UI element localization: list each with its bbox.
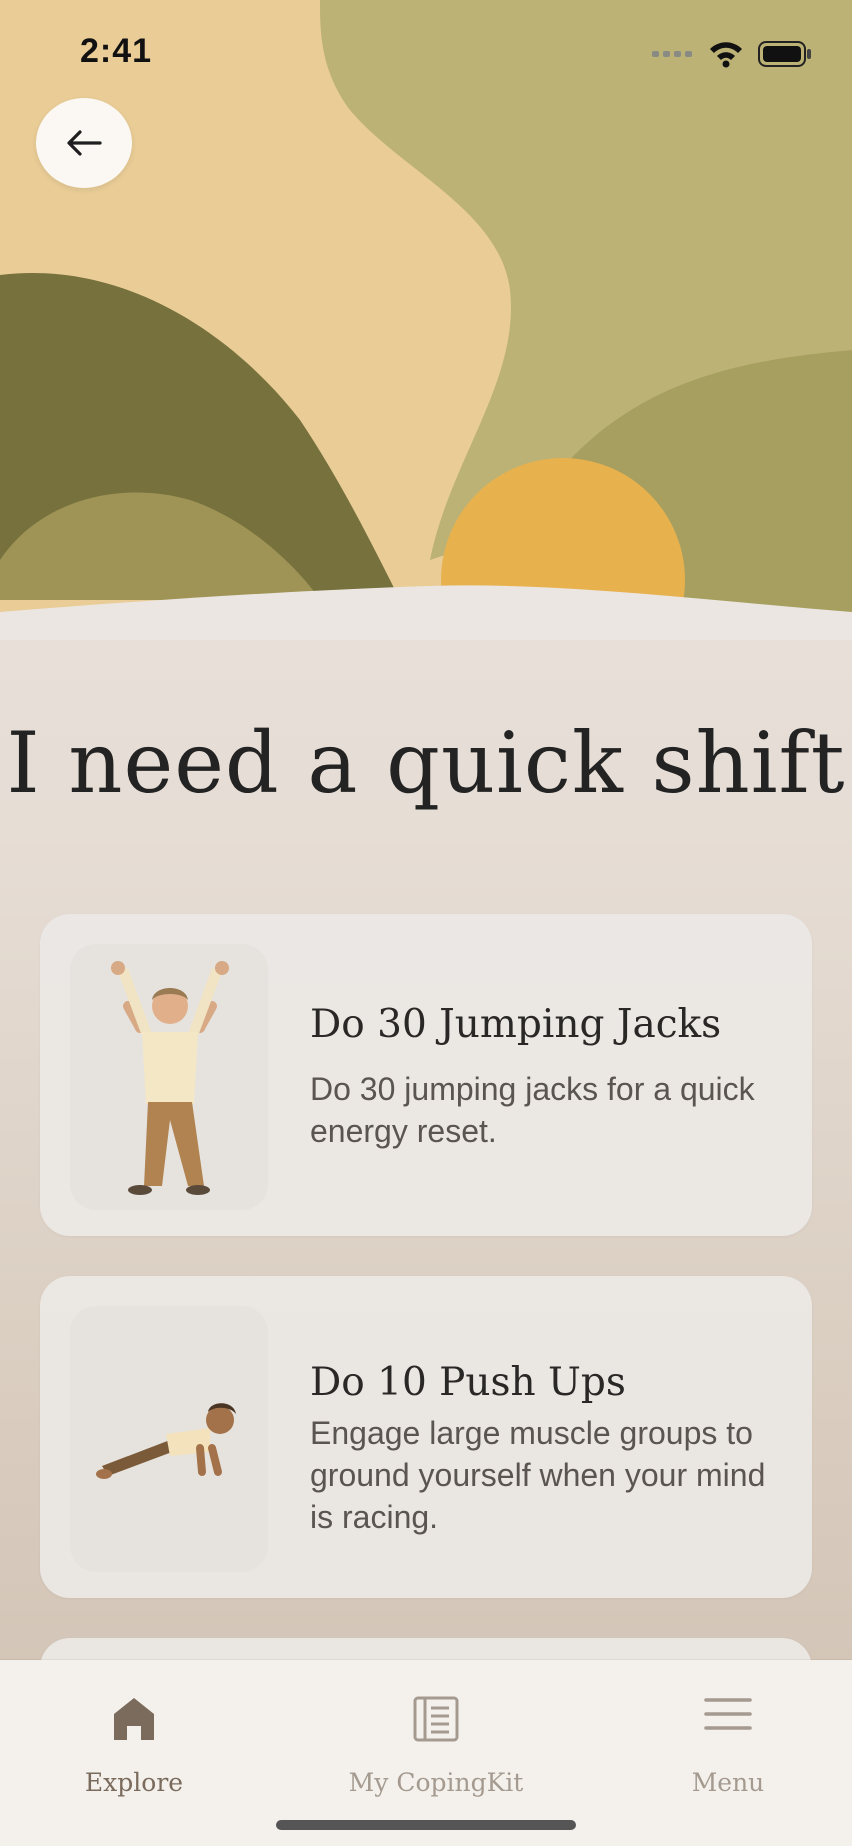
jumping-jacks-illustration bbox=[111, 961, 229, 1195]
tab-label: Menu bbox=[691, 1768, 765, 1797]
status-time: 2:41 bbox=[80, 32, 153, 70]
tab-my-copingkit[interactable]: My CopingKit bbox=[326, 1660, 546, 1810]
activity-thumbnail bbox=[70, 1306, 268, 1572]
tab-explore[interactable]: Explore bbox=[24, 1660, 244, 1810]
menu-icon bbox=[704, 1698, 752, 1730]
bottom-tab-bar: Explore My CopingKit Menu bbox=[0, 1660, 852, 1846]
status-bar: 2:41 bbox=[0, 0, 852, 100]
card-title: Do 30 Jumping Jacks bbox=[310, 1002, 722, 1047]
back-button[interactable] bbox=[36, 98, 132, 188]
battery-icon bbox=[758, 41, 811, 67]
activity-card-jumping-jacks[interactable]: Do 30 Jumping Jacks Do 30 jumping jacks … bbox=[40, 914, 812, 1236]
screen: 2:41 I need a quick shift Do 30 Jumping … bbox=[0, 0, 852, 1846]
home-indicator bbox=[276, 1820, 576, 1830]
card-description: Do 30 jumping jacks for a quick energy r… bbox=[310, 1071, 755, 1149]
wifi-icon bbox=[710, 42, 742, 68]
home-icon bbox=[114, 1698, 154, 1740]
push-ups-illustration bbox=[96, 1403, 236, 1479]
page-title: I need a quick shift bbox=[6, 714, 846, 812]
book-icon bbox=[413, 1696, 459, 1742]
card-title: Do 10 Push Ups bbox=[310, 1360, 626, 1405]
card-description: Engage large muscle groups to ground you… bbox=[310, 1415, 766, 1535]
tab-label: My CopingKit bbox=[348, 1768, 524, 1797]
signal-icon bbox=[652, 51, 692, 57]
tab-label: Explore bbox=[84, 1768, 184, 1797]
arrow-left-icon bbox=[67, 130, 102, 156]
status-icons bbox=[652, 38, 812, 70]
activity-thumbnail bbox=[70, 944, 268, 1210]
tab-menu[interactable]: Menu bbox=[618, 1660, 838, 1810]
activity-card-push-ups[interactable]: Do 10 Push Ups Engage large muscle group… bbox=[40, 1276, 812, 1598]
